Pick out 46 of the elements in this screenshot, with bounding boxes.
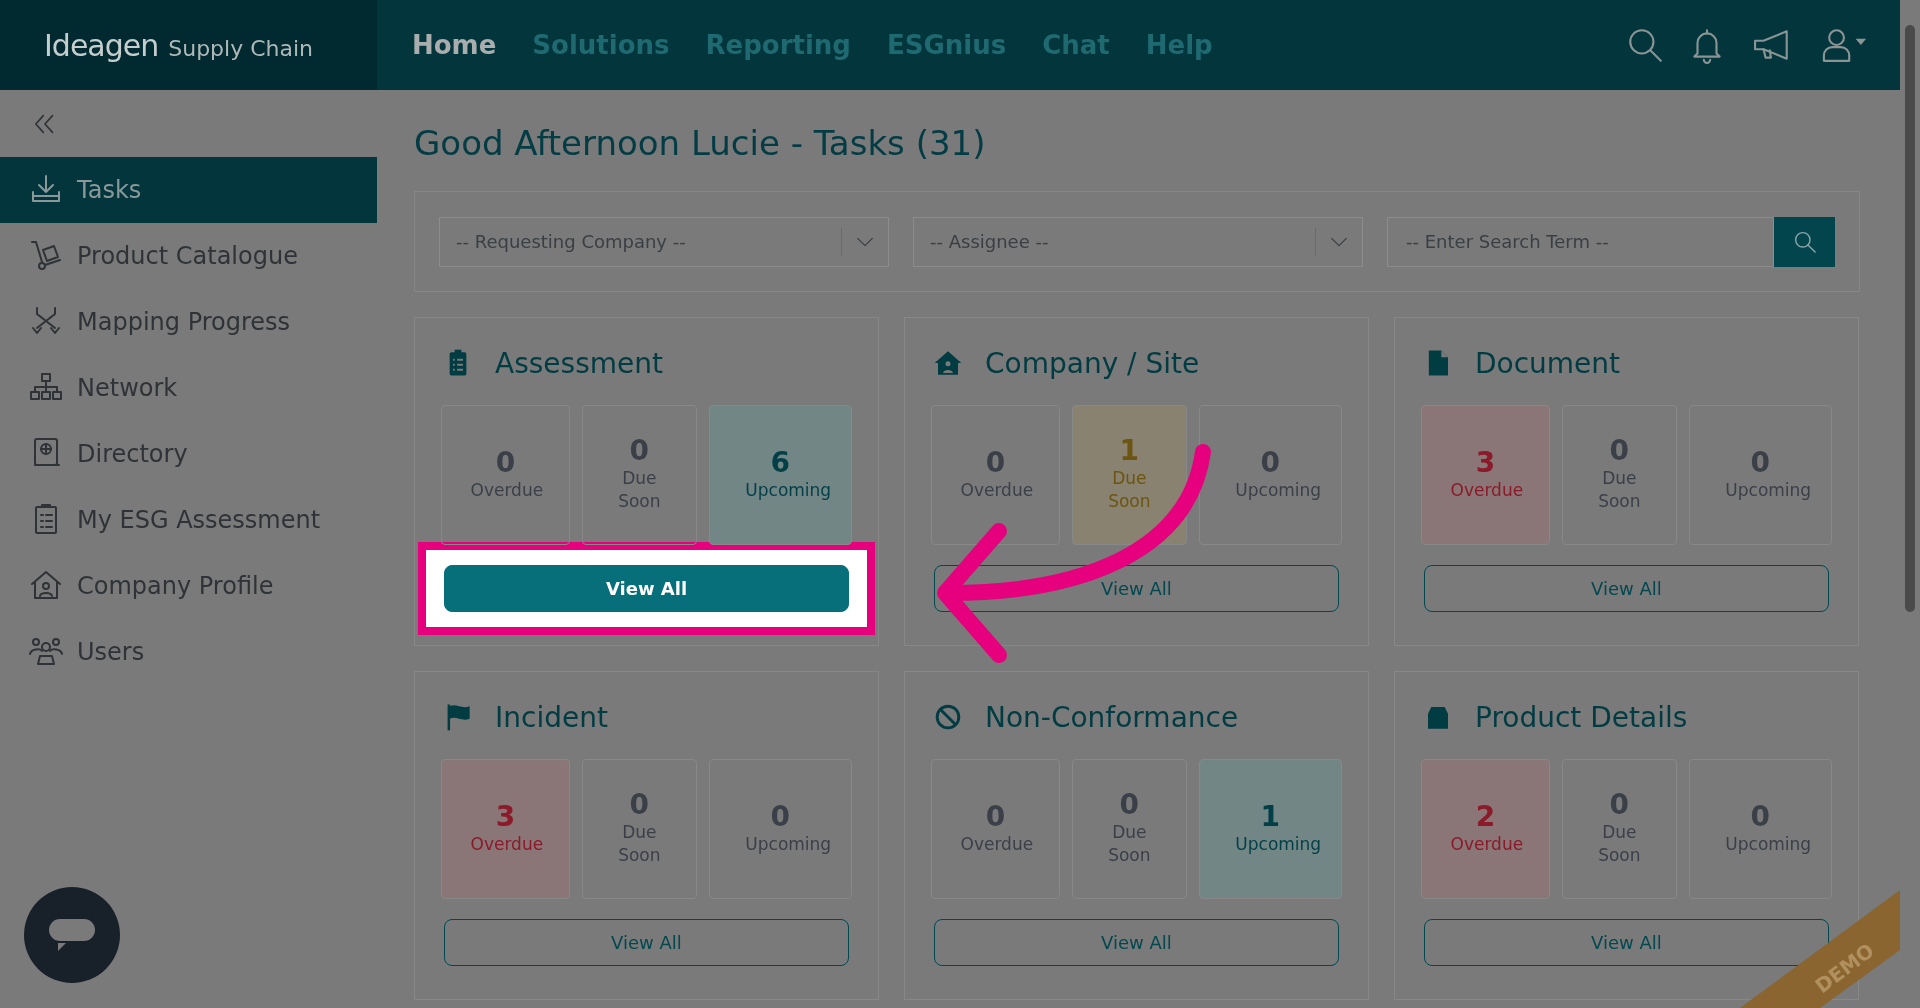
brand-logo[interactable]: Ideagen [44, 27, 159, 63]
stat-tile[interactable]: 1 Due Soon [1072, 405, 1187, 545]
stat-tile[interactable]: 0 Upcoming [1198, 405, 1342, 545]
stat-tile[interactable]: 0 Due Soon [582, 759, 697, 899]
stat-tile[interactable]: 0 Due Soon [1562, 759, 1677, 899]
card-title: Product Details [1475, 700, 1688, 734]
stat-tile[interactable]: 0 Overdue [441, 405, 570, 545]
card-title: Assessment [495, 346, 663, 380]
search-icon [1626, 26, 1664, 64]
view-all-button[interactable]: View All [934, 565, 1339, 612]
nav-link[interactable]: Home [412, 30, 497, 60]
view-all-button[interactable]: View All [444, 565, 849, 612]
stat-tile[interactable]: 1 Upcoming [1198, 759, 1342, 899]
sidebar-item[interactable]: Directory [0, 421, 377, 487]
stat-tile[interactable]: 2 Overdue [1421, 759, 1550, 899]
sidebar-item[interactable]: My ESG Assessment [0, 487, 377, 553]
stat-tile[interactable]: 0 Upcoming [1688, 405, 1832, 545]
dropdown-field[interactable]: -- Requesting Company -- [439, 216, 889, 267]
stat-tile[interactable]: 3 Overdue [1421, 405, 1550, 545]
stat-tile[interactable]: 0 Upcoming [1688, 759, 1832, 899]
stat-tile[interactable]: 0 Upcoming [708, 759, 852, 899]
sidebar-item[interactable]: Product Catalogue [0, 223, 377, 289]
stat-tile[interactable]: 0 Due Soon [1072, 759, 1187, 899]
sidebar-item[interactable]: Users [0, 619, 377, 685]
sidebar-item[interactable]: Network [0, 355, 377, 421]
card-title: Non-Conformance [985, 700, 1239, 734]
card-title: Document [1475, 346, 1621, 380]
product-name: Supply Chain [168, 35, 314, 61]
page-title: Good Afternoon Lucie - Tasks (31) [414, 121, 987, 165]
dropdown-field[interactable]: -- Assignee -- [913, 216, 1363, 267]
card-title: Company / Site [985, 346, 1200, 380]
sidebar-item[interactable]: Company Profile [0, 553, 377, 619]
card-title: Incident [495, 700, 608, 734]
stat-tile[interactable]: 0 Due Soon [582, 405, 697, 545]
search-field[interactable]: -- Enter Search Term -- [1387, 216, 1774, 267]
view-all-button[interactable]: View All [1424, 565, 1829, 612]
stat-tile[interactable]: 0 Overdue [931, 759, 1060, 899]
stat-tile[interactable]: 0 Due Soon [1562, 405, 1677, 545]
view-all-button[interactable]: View All [934, 919, 1339, 966]
stat-tile[interactable]: 0 Overdue [931, 405, 1060, 545]
sidebar-item[interactable]: Mapping Progress [0, 289, 377, 355]
view-all-button[interactable]: View All [444, 919, 849, 966]
stat-tile[interactable]: 3 Overdue [441, 759, 570, 899]
search-button[interactable] [1774, 216, 1835, 267]
stat-tile[interactable]: 6 Upcoming [708, 405, 852, 545]
sidebar-item[interactable]: Tasks [0, 157, 377, 223]
